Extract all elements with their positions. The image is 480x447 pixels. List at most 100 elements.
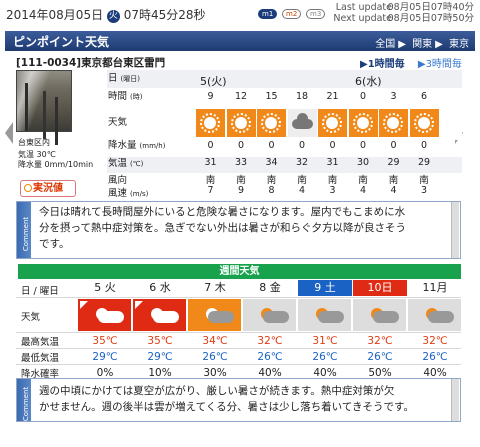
weekly-label-weather: 天気 <box>21 312 41 323</box>
station-rain-label: 降水量 <box>18 160 42 169</box>
comment-line: です。 <box>39 238 70 250</box>
temp-value: 34 <box>265 157 278 168</box>
top-bar: 2014年08月05日 火 07時45分28秒 m1 m2 m3 Last up… <box>0 0 480 28</box>
label-temp: 気温 (℃) <box>108 158 144 169</box>
last-update-label: Last update <box>335 2 392 13</box>
cloud-sun-icon <box>353 299 406 331</box>
weekly-day-header: 5 火 <box>94 281 116 294</box>
tab-hourly[interactable]: 1時間毎 <box>368 59 405 70</box>
weekly-label-max: 最高気温 <box>21 337 60 348</box>
cloud-sun-icon <box>298 299 351 331</box>
comment-scrollbar[interactable] <box>451 379 459 421</box>
weekly-max-temp: 32℃ <box>367 335 393 347</box>
label-date: 日 (曜日) <box>108 73 141 84</box>
hour-label: 15 <box>265 91 278 102</box>
day-label-1: 5(火) <box>200 75 227 88</box>
tab-3hourly-arrow-icon: ▶ <box>417 59 426 70</box>
temp-value: 33 <box>234 157 248 168</box>
comment-line: かせません。週の後半は雲が増えてくる分、暑さは少し落ち着いてきそうです。 <box>39 401 414 413</box>
weekly-day-header: 8 金 <box>259 281 281 294</box>
wind-speed: 4 <box>298 185 306 196</box>
page-title: ピンポイント天気 <box>13 35 110 49</box>
wind-speed: 3 <box>329 185 336 196</box>
wind-speed: 9 <box>237 185 245 196</box>
sun-icon <box>226 109 256 137</box>
wind-direction: 南 <box>388 175 399 186</box>
sun-icon <box>348 109 378 137</box>
station-rain-value: 0mm/10min <box>44 160 94 169</box>
date-text: 2014年08月05日 <box>6 8 104 22</box>
comment-line: 週の中頃にかけては夏空が広がり、厳しい暑さが続きます。熱中症対策が欠 <box>39 385 395 397</box>
cloud-sun-icon <box>408 299 461 331</box>
breadcrumb-kanto[interactable]: 関東 <box>412 39 432 50</box>
prev-arrow-icon[interactable] <box>5 122 13 144</box>
station-name: 台東区内 <box>18 138 50 147</box>
weekly-min-temp: 26℃ <box>202 351 228 363</box>
day-label-2: 6(水) <box>355 75 382 88</box>
sun-icon <box>318 109 347 137</box>
interval-tabs: ▶1時間毎 ▶3時間毎 <box>360 55 462 70</box>
hour-label: 21 <box>326 91 339 102</box>
tab-hourly-arrow-icon: ▶ <box>360 59 368 70</box>
comment-week-text: 週の中頃にかけては夏空が広がり、厳しい暑さが続きます。熱中症対策が欠 かせません… <box>39 383 454 415</box>
breadcrumb: 全国 ▶ 関東 ▶ 東京 <box>372 35 469 50</box>
sun-icon <box>257 109 286 137</box>
hour-label: 12 <box>234 91 248 102</box>
tab-3hourly[interactable]: 3時間毎 <box>426 59 462 70</box>
hour-label: 0 <box>359 91 367 102</box>
wind-speed: 3 <box>420 185 428 196</box>
temp-value: 32 <box>295 157 309 168</box>
time-text: 07時45分28秒 <box>123 8 206 22</box>
weekly-min-temp: 26℃ <box>367 351 393 363</box>
hour-label: 18 <box>295 91 309 102</box>
divider <box>16 332 461 333</box>
live-camera-image[interactable] <box>16 70 72 132</box>
comment-week: Comment 週の中頃にかけては夏空が広がり、厳しい暑さが続きます。熱中症対策… <box>16 378 461 422</box>
mode-badge-m2[interactable]: m2 <box>282 9 302 19</box>
weekly-max-temp: 34℃ <box>202 335 228 347</box>
next-update-value: 08月05日07時50分 <box>387 13 474 24</box>
breadcrumb-all[interactable]: 全国 <box>375 39 395 50</box>
title-bar: ピンポイント天気 全国 ▶ 関東 ▶ 東京 <box>5 31 475 51</box>
divider <box>16 348 461 349</box>
rain-value: 0 <box>298 140 306 151</box>
current-datetime: 2014年08月05日 火 07時45分28秒 <box>6 6 206 23</box>
comment-side-tab: Comment <box>17 202 31 258</box>
comment-line: 分を摂って熱中症対策を。急ぎでない外出は暑さが和らぐ夕方以降が良さそう <box>39 222 406 234</box>
weekly-day-header: 7 木 <box>204 281 226 294</box>
hour-label: 9 <box>207 91 214 102</box>
comment-label: Comment <box>22 216 31 252</box>
temp-value: 29 <box>387 157 400 168</box>
weekly-day-header: 11月 <box>422 281 448 294</box>
weekly-label-date: 日 / 曜日 <box>21 286 59 297</box>
weekly-min-temp: 26℃ <box>257 351 283 363</box>
actual-values-button[interactable]: 実況値 <box>20 180 76 197</box>
cloud-sun-icon <box>243 299 296 331</box>
wind-speed: 4 <box>359 185 367 196</box>
weekly-max-temp: 32℃ <box>257 335 283 347</box>
last-update-value: 08月05日07時40分 <box>387 2 474 13</box>
mode-badge-m3[interactable]: m3 <box>306 9 326 19</box>
weekly-day-header: 9 土 <box>298 280 352 296</box>
wind-direction: 南 <box>266 175 277 186</box>
wind-speed: 4 <box>390 185 397 196</box>
mode-badge-m1[interactable]: m1 <box>258 9 278 19</box>
comment-today-text: 今日は晴れて長時間屋外にいると危険な暑さになります。屋内でもこまめに水 分を摂っ… <box>39 204 454 252</box>
comment-scrollbar[interactable] <box>451 202 459 258</box>
weekly-min-temp: 26℃ <box>422 351 448 363</box>
weekly-max-temp: 35℃ <box>92 335 118 347</box>
sun-icon <box>409 109 439 137</box>
location-title: [111-0034]東京都台東区雷門 <box>16 57 166 69</box>
breadcrumb-sep-icon: ▶ <box>398 39 406 50</box>
station-rain: 降水量 0mm/10min <box>18 159 93 170</box>
row-bg-date <box>107 70 462 88</box>
temp-value: 31 <box>204 157 217 168</box>
temp-value: 29 <box>417 157 431 168</box>
rain-value: 0 <box>207 140 214 151</box>
hour-label: 3 <box>390 91 397 102</box>
hot-sun-icon <box>133 299 186 331</box>
temp-value: 31 <box>326 157 339 168</box>
rain-value: 0 <box>237 140 245 151</box>
temp-value: 30 <box>356 157 370 168</box>
breadcrumb-tokyo[interactable]: 東京 <box>449 39 469 50</box>
